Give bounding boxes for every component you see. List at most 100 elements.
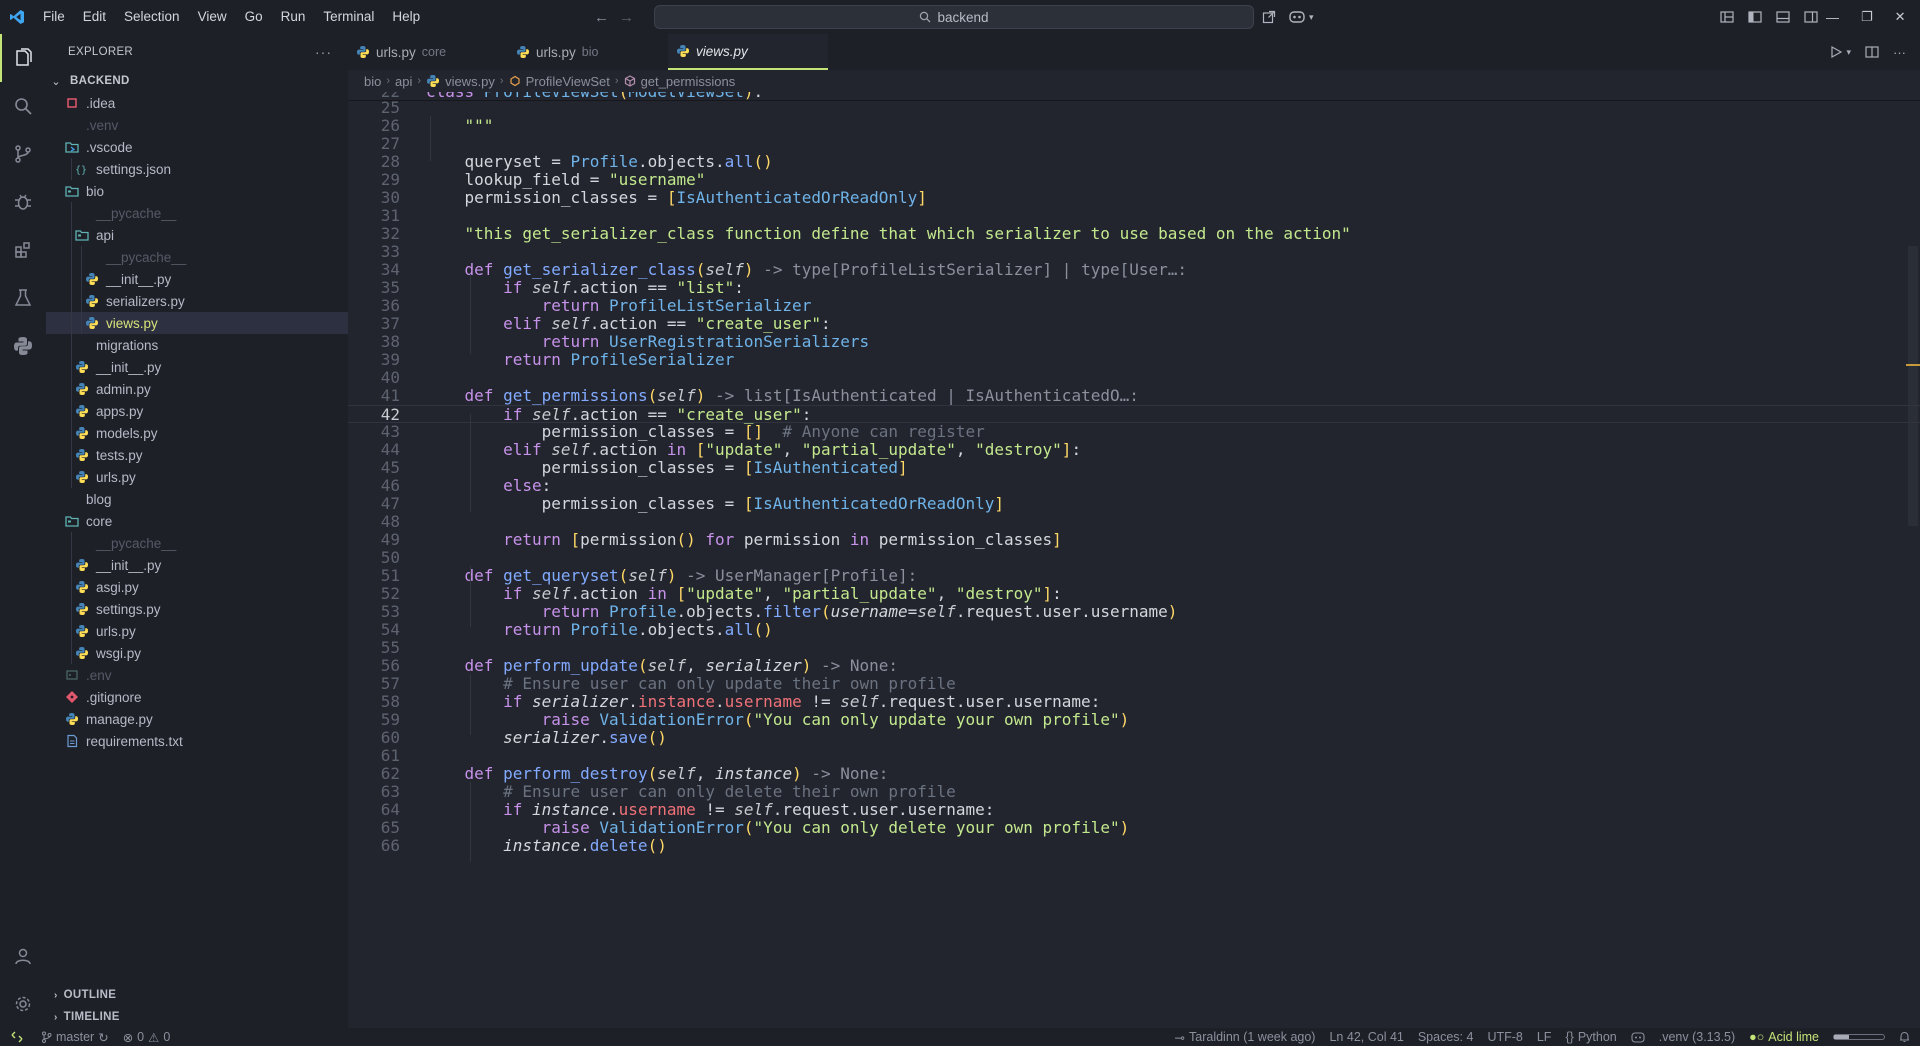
tree-item[interactable]: __pycache__ — [46, 532, 348, 554]
more-actions-icon[interactable]: ··· — [315, 44, 332, 60]
run-debug-icon[interactable] — [0, 178, 46, 226]
code-line[interactable]: 62 def perform_destroy(self, instance) -… — [348, 765, 1920, 783]
code-line[interactable]: 53 return Profile.objects.filter(usernam… — [348, 603, 1920, 621]
cursor-position[interactable]: Ln 42, Col 41 — [1322, 1028, 1410, 1046]
menu-view[interactable]: View — [189, 0, 236, 34]
more-actions-icon[interactable]: ··· — [1893, 45, 1906, 60]
code-line[interactable]: 66 instance.delete() — [348, 837, 1920, 855]
code-line[interactable]: 49 return [permission() for permission i… — [348, 531, 1920, 549]
tree-item[interactable]: apps.py — [46, 400, 348, 422]
end-of-line[interactable]: LF — [1530, 1028, 1559, 1046]
editor-tab[interactable]: urls.py core — [348, 34, 508, 70]
tree-item[interactable]: tests.py — [46, 444, 348, 466]
menu-terminal[interactable]: Terminal — [314, 0, 383, 34]
code-line[interactable]: 34 def get_serializer_class(self) -> typ… — [348, 261, 1920, 279]
copilot-status-icon[interactable] — [1624, 1028, 1652, 1046]
git-branch[interactable]: master ↻ — [34, 1028, 116, 1046]
tree-item[interactable]: .env — [46, 664, 348, 686]
code-line[interactable]: 44 elif self.action in ["update", "parti… — [348, 441, 1920, 459]
code-editor[interactable]: 22class ProfileViewSet(ModelViewSet):252… — [348, 92, 1920, 1028]
tree-item[interactable]: __pycache__ — [46, 202, 348, 224]
tree-item[interactable]: settings.py — [46, 598, 348, 620]
breadcrumb-item[interactable]: ProfileViewSet — [526, 74, 610, 89]
close-icon[interactable]: ✕ — [1895, 9, 1906, 25]
tree-item[interactable]: bio — [46, 180, 348, 202]
tree-root-folder[interactable]: ⌄ BACKEND — [46, 70, 348, 92]
code-line[interactable]: 30 permission_classes = [IsAuthenticated… — [348, 189, 1920, 207]
code-line[interactable]: 45 permission_classes = [IsAuthenticated… — [348, 459, 1920, 477]
editor-tab[interactable]: views.py — [668, 34, 828, 70]
customize-layout-icon[interactable] — [1720, 10, 1734, 24]
tree-item[interactable]: asgi.py — [46, 576, 348, 598]
command-center-search[interactable]: backend — [654, 5, 1254, 29]
tree-item[interactable]: api — [46, 224, 348, 246]
tree-item[interactable]: manage.py — [46, 708, 348, 730]
code-line[interactable]: 33 — [348, 243, 1920, 261]
code-line[interactable]: 65 raise ValidationError("You can only d… — [348, 819, 1920, 837]
testing-flask-icon[interactable] — [0, 274, 46, 322]
tree-item[interactable]: views.py — [46, 312, 348, 334]
code-line[interactable]: 29 lookup_field = "username" — [348, 171, 1920, 189]
tree-item[interactable]: __init__.py — [46, 356, 348, 378]
tree-item[interactable]: .gitignore — [46, 686, 348, 708]
sticky-scroll-line[interactable]: 22 class ProfileViewSet(ModelViewSet): — [348, 92, 1920, 101]
tree-item[interactable]: {} settings.json — [46, 158, 348, 180]
indentation[interactable]: Spaces: 4 — [1411, 1028, 1481, 1046]
editor-tab[interactable]: urls.py bio — [508, 34, 668, 70]
code-line[interactable]: 60 serializer.save() — [348, 729, 1920, 747]
code-line[interactable]: 58 if serializer.instance.username != se… — [348, 693, 1920, 711]
notifications-bell-icon[interactable] — [1892, 1028, 1920, 1046]
python-interpreter[interactable]: .venv (3.13.5) — [1652, 1028, 1742, 1046]
minimize-icon[interactable]: — — [1826, 10, 1839, 25]
timeline-section[interactable]: › TIMELINE — [46, 1006, 348, 1028]
theme-indicator[interactable]: ●○ Acid lime — [1742, 1028, 1826, 1046]
code-line[interactable]: 26 """ — [348, 117, 1920, 135]
menu-selection[interactable]: Selection — [115, 0, 189, 34]
toggle-panel-icon[interactable] — [1776, 10, 1790, 24]
tree-item[interactable]: urls.py — [46, 466, 348, 488]
code-line[interactable]: 47 permission_classes = [IsAuthenticated… — [348, 495, 1920, 513]
menu-edit[interactable]: Edit — [74, 0, 115, 34]
tree-item[interactable]: serializers.py — [46, 290, 348, 312]
code-line[interactable]: 32 "this get_serializer_class function d… — [348, 225, 1920, 243]
tree-item[interactable]: wsgi.py — [46, 642, 348, 664]
problems-indicator[interactable]: ⊗ 0 ⚠ 0 — [116, 1028, 178, 1046]
code-line[interactable]: 46 else: — [348, 477, 1920, 495]
code-line[interactable]: 54 return Profile.objects.all() — [348, 621, 1920, 639]
git-blame[interactable]: ⊸ Taraldinn (1 week ago) — [1168, 1028, 1323, 1046]
code-line[interactable]: 63 # Ensure user can only delete their o… — [348, 783, 1920, 801]
extensions-icon[interactable] — [0, 226, 46, 274]
tree-item[interactable]: __init__.py — [46, 554, 348, 576]
code-line[interactable]: 40 — [348, 369, 1920, 387]
search-icon[interactable] — [0, 82, 46, 130]
code-line[interactable]: 64 if instance.username != self.request.… — [348, 801, 1920, 819]
tree-item[interactable]: .vscode — [46, 136, 348, 158]
python-icon[interactable] — [0, 322, 46, 370]
code-line[interactable]: 37 elif self.action == "create_user": — [348, 315, 1920, 333]
breadcrumb-item[interactable]: get_permissions — [641, 74, 736, 89]
tree-item[interactable]: urls.py — [46, 620, 348, 642]
code-line[interactable]: 51 def get_queryset(self) -> UserManager… — [348, 567, 1920, 585]
tree-item[interactable]: core — [46, 510, 348, 532]
code-line[interactable]: 55 — [348, 639, 1920, 657]
tree-item[interactable]: .idea — [46, 92, 348, 114]
code-line[interactable]: 56 def perform_update(self, serializer) … — [348, 657, 1920, 675]
code-line[interactable]: 25 — [348, 99, 1920, 117]
code-line[interactable]: 43 permission_classes = [] # Anyone can … — [348, 423, 1920, 441]
code-line[interactable]: 48 — [348, 513, 1920, 531]
code-line[interactable]: 61 — [348, 747, 1920, 765]
breadcrumb-item[interactable]: bio — [364, 74, 381, 89]
back-arrow-icon[interactable]: ← — [594, 9, 609, 26]
menu-run[interactable]: Run — [272, 0, 315, 34]
code-line[interactable]: 35 if self.action == "list": — [348, 279, 1920, 297]
tree-item[interactable]: admin.py — [46, 378, 348, 400]
source-control-icon[interactable] — [0, 130, 46, 178]
remote-indicator-icon[interactable] — [0, 1028, 34, 1046]
breadcrumb-item[interactable]: api — [395, 74, 412, 89]
code-line[interactable]: 28 queryset = Profile.objects.all() — [348, 153, 1920, 171]
tree-item[interactable]: blog — [46, 488, 348, 510]
menu-help[interactable]: Help — [383, 0, 429, 34]
split-editor-icon[interactable] — [1865, 45, 1879, 59]
tree-item[interactable]: __pycache__ — [46, 246, 348, 268]
language-mode[interactable]: {} Python — [1558, 1028, 1623, 1046]
